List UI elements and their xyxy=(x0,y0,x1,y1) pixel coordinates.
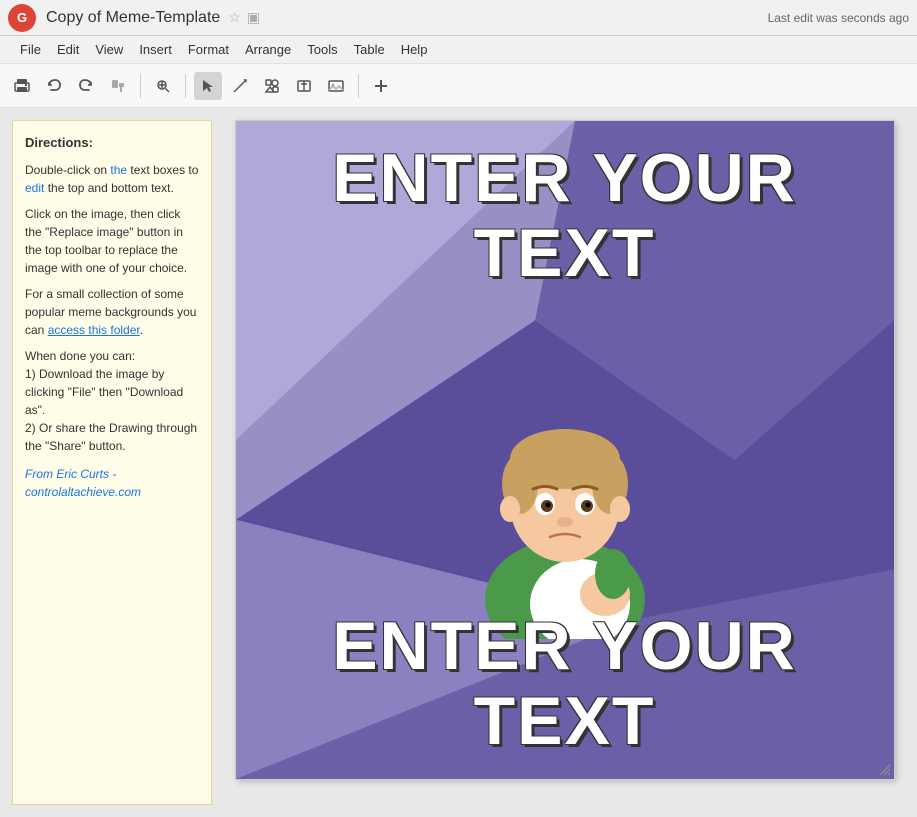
redo-button[interactable] xyxy=(72,72,100,100)
sidebar-para3: For a small collection of some popular m… xyxy=(25,285,199,339)
menu-arrange[interactable]: Arrange xyxy=(237,40,299,59)
sidebar-para1: Double-click on the text boxes to edit t… xyxy=(25,161,199,197)
toolbar-separator-1 xyxy=(140,74,141,98)
toolbar-separator-2 xyxy=(185,74,186,98)
main-content: Directions: Double-click on the text box… xyxy=(0,108,917,817)
resize-handle[interactable] xyxy=(878,763,892,777)
shapes-button[interactable] xyxy=(258,72,286,100)
sidebar-footer: From Eric Curts -controlaltachieve.com xyxy=(25,465,199,501)
doc-title[interactable]: Copy of Meme-Template xyxy=(46,9,220,27)
meme-bottom-text[interactable]: ENTER YOUR TEXT xyxy=(236,609,894,759)
menu-view[interactable]: View xyxy=(87,40,131,59)
print-button[interactable] xyxy=(8,72,36,100)
menu-table[interactable]: Table xyxy=(346,40,393,59)
google-logo: G xyxy=(8,4,36,32)
meme-image[interactable] xyxy=(445,339,685,639)
zoom-button[interactable] xyxy=(149,72,177,100)
slide-container[interactable]: ENTER YOUR TEXT xyxy=(235,120,895,780)
meme-top-text[interactable]: ENTER YOUR TEXT xyxy=(236,141,894,291)
menu-bar: File Edit View Insert Format Arrange Too… xyxy=(0,36,917,64)
menu-format[interactable]: Format xyxy=(180,40,237,59)
undo-button[interactable] xyxy=(40,72,68,100)
toolbar xyxy=(0,64,917,108)
add-button[interactable] xyxy=(367,72,395,100)
toolbar-separator-3 xyxy=(358,74,359,98)
menu-edit[interactable]: Edit xyxy=(49,40,87,59)
select-button[interactable] xyxy=(194,72,222,100)
sidebar-title: Directions: xyxy=(25,133,199,153)
menu-help[interactable]: Help xyxy=(393,40,436,59)
paint-format-button[interactable] xyxy=(104,72,132,100)
last-edit-status: Last edit was seconds ago xyxy=(768,11,909,25)
text-button[interactable] xyxy=(290,72,318,100)
sidebar-para2: Click on the image, then click the "Repl… xyxy=(25,205,199,277)
canvas-area[interactable]: ENTER YOUR TEXT xyxy=(212,108,917,817)
menu-file[interactable]: File xyxy=(12,40,49,59)
sidebar-para4: When done you can: 1) Download the image… xyxy=(25,347,199,455)
access-folder-link[interactable]: access this folder xyxy=(48,323,140,337)
folder-icon[interactable]: ▣ xyxy=(247,9,260,26)
menu-insert[interactable]: Insert xyxy=(131,40,180,59)
menu-tools[interactable]: Tools xyxy=(299,40,345,59)
image-button[interactable] xyxy=(322,72,350,100)
line-button[interactable] xyxy=(226,72,254,100)
title-bar: G Copy of Meme-Template ☆ ▣ Last edit wa… xyxy=(0,0,917,36)
directions-sidebar: Directions: Double-click on the text box… xyxy=(12,120,212,805)
star-icon[interactable]: ☆ xyxy=(228,9,241,26)
